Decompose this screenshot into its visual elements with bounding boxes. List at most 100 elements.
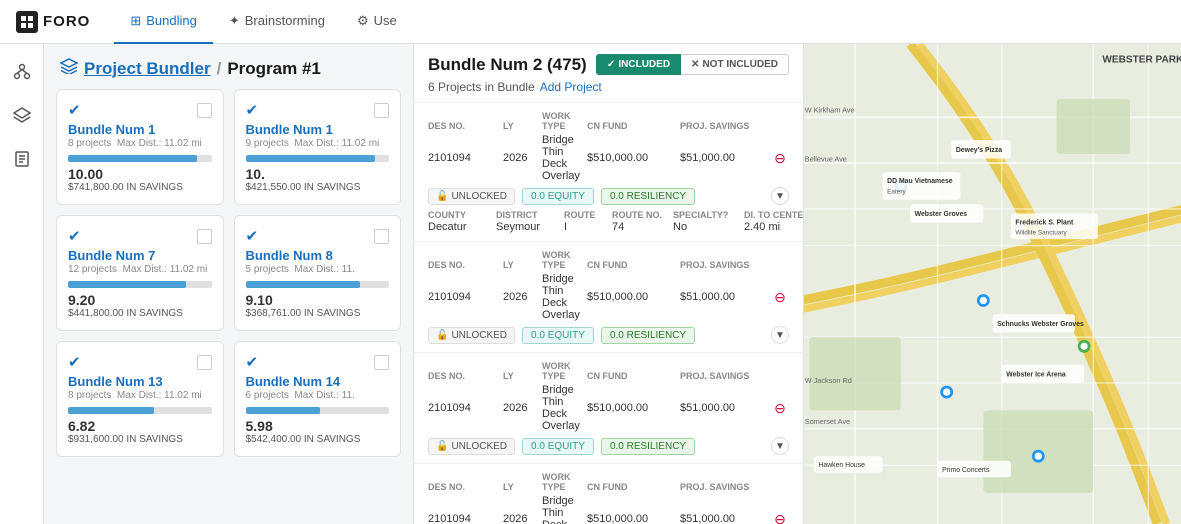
- bundle-card-5-checkbox[interactable]: [197, 355, 212, 370]
- project-row-2: DES NO. LY WORK TYPE CN FUND PROJ. SAVIN…: [414, 242, 803, 353]
- sidebar-icon-layers[interactable]: [7, 100, 37, 130]
- x-icon: ✕: [691, 59, 699, 70]
- row3-work-type: Bridge Thin Deck Overlay: [542, 384, 584, 432]
- tab-brainstorming[interactable]: ✦ Brainstorming: [213, 0, 341, 44]
- lock-icon-1: 🔓: [436, 191, 448, 202]
- bundle-card-1[interactable]: ✔ Bundle Num 1 8 projects Max Dist.: 11.…: [56, 89, 224, 205]
- bundle-card-6-check: ✔: [246, 353, 259, 371]
- row2-des-no: 2101094: [428, 291, 500, 303]
- nav-tabs: ⊞ Bundling ✦ Brainstorming ⚙ Use: [114, 0, 412, 44]
- bundle-card-4[interactable]: ✔ Bundle Num 8 5 projects Max Dist.: 11.…: [234, 215, 402, 331]
- bundle-card-3-checkbox[interactable]: [197, 229, 212, 244]
- col-header-proj-savings-1: PROJ. SAVINGS: [680, 121, 768, 131]
- sidebar-icon-bookmark[interactable]: [7, 144, 37, 174]
- row1-expand-button[interactable]: ▼: [771, 187, 789, 205]
- bundle-card-5-meta: 8 projects Max Dist.: 11.02 mi: [68, 390, 212, 401]
- main-content: Project Bundler / Program #1 ✔ Bundle Nu…: [0, 44, 1181, 524]
- use-icon: ⚙: [357, 13, 369, 29]
- svg-text:DD Mau Vietnamese: DD Mau Vietnamese: [887, 178, 953, 185]
- bundle-card-4-check: ✔: [246, 227, 259, 245]
- project-row-4: DES NO. LY WORK TYPE CN FUND PROJ. SAVIN…: [414, 464, 803, 524]
- bundle-card-6-checkbox[interactable]: [374, 355, 389, 370]
- row4-proj-savings: $51,000.00: [680, 513, 768, 524]
- bundle-grid: ✔ Bundle Num 1 8 projects Max Dist.: 11.…: [44, 89, 413, 469]
- row2-expand-button[interactable]: ▼: [771, 326, 789, 344]
- row2-equity-badge: 0.0 EQUITY: [522, 327, 594, 344]
- bundle-detail-header: Bundle Num 2 (475) ✓ INCLUDED ✕ NOT INCL…: [414, 44, 803, 103]
- bundle-detail-subtitle: 6 Projects in Bundle Add Project: [428, 80, 789, 94]
- bundle-card-4-score: 9.10: [246, 292, 390, 308]
- row3-cn-fund: $510,000.00: [587, 402, 677, 414]
- svg-text:Bellevue Ave: Bellevue Ave: [805, 154, 847, 163]
- bundle-card-2-score: 10.: [246, 166, 390, 182]
- row4-cn-fund: $510,000.00: [587, 513, 677, 524]
- bundle-card-1-check: ✔: [68, 101, 81, 119]
- bundle-card-6[interactable]: ✔ Bundle Num 14 6 projects Max Dist.: 11…: [234, 341, 402, 457]
- layers-icon: [60, 58, 78, 79]
- bundle-card-3-meta: 12 projects Max Dist.: 11.02 mi: [68, 264, 212, 275]
- svg-text:Somerset Ave: Somerset Ave: [805, 417, 850, 426]
- row2-remove-button[interactable]: ⊖: [771, 290, 789, 304]
- bundle-card-1-name: Bundle Num 1: [68, 122, 212, 137]
- not-included-button[interactable]: ✕ NOT INCLUDED: [681, 54, 789, 75]
- bundling-label: Bundling: [146, 13, 197, 28]
- row3-ly: 2026: [503, 402, 539, 414]
- row1-remove-button[interactable]: ⊖: [771, 151, 789, 165]
- bundle-card-1-bar: [68, 155, 212, 162]
- bundle-card-3[interactable]: ✔ Bundle Num 7 12 projects Max Dist.: 11…: [56, 215, 224, 331]
- bundle-detail-panel: Bundle Num 2 (475) ✓ INCLUDED ✕ NOT INCL…: [414, 44, 804, 524]
- col-header-ly-1: LY: [503, 121, 539, 131]
- row1-lock-badge: 🔓 UNLOCKED: [428, 188, 515, 205]
- bundle-card-5-bar: [68, 407, 212, 414]
- row1-di-to-center: 2.40 mi: [744, 221, 804, 233]
- row4-remove-button[interactable]: ⊖: [771, 512, 789, 524]
- bundle-card-4-meta: 5 projects Max Dist.: 11.: [246, 264, 390, 275]
- row3-equity-badge: 0.0 EQUITY: [522, 438, 594, 455]
- col-header-specialty-1: SPECIALTY?: [673, 210, 741, 220]
- breadcrumb-sep: /: [217, 59, 222, 79]
- row3-lock-badge: 🔓UNLOCKED: [428, 438, 515, 455]
- logo: FORO: [16, 11, 90, 33]
- bundle-card-1-checkbox[interactable]: [197, 103, 212, 118]
- row3-des-no: 2101094: [428, 402, 500, 414]
- row1-des-no: 2101094: [428, 152, 500, 164]
- row1-resil-badge: 0.0 RESILIENCY: [601, 188, 695, 205]
- col-header-work-type-1: WORK TYPE: [542, 111, 584, 131]
- bundle-card-5[interactable]: ✔ Bundle Num 13 8 projects Max Dist.: 11…: [56, 341, 224, 457]
- bundle-card-3-bar: [68, 281, 212, 288]
- tab-bundling[interactable]: ⊞ Bundling: [114, 0, 213, 44]
- bundle-card-2[interactable]: ✔ Bundle Num 1 9 projects Max Dist.: 11.…: [234, 89, 402, 205]
- bundle-card-4-savings: $368,761.00 IN SAVINGS: [246, 308, 390, 319]
- svg-text:Schnucks Webster Groves: Schnucks Webster Groves: [997, 321, 1084, 328]
- bundle-card-3-name: Bundle Num 7: [68, 248, 212, 263]
- svg-text:Frederick S. Plant: Frederick S. Plant: [1015, 219, 1074, 226]
- bundle-card-2-meta: 9 projects Max Dist.: 11.02 mi: [246, 138, 390, 149]
- bundle-card-2-check: ✔: [246, 101, 259, 119]
- bundle-card-2-checkbox[interactable]: [374, 103, 389, 118]
- brainstorming-label: Brainstorming: [245, 13, 325, 28]
- bundle-card-4-checkbox[interactable]: [374, 229, 389, 244]
- bundle-list-title: Project Bundler / Program #1: [60, 58, 397, 79]
- row4-des-no: 2101094: [428, 513, 500, 524]
- row1-equity-badge: 0.0 EQUITY: [522, 188, 594, 205]
- row3-remove-button[interactable]: ⊖: [771, 401, 789, 415]
- row3-resil-badge: 0.0 RESILIENCY: [601, 438, 695, 455]
- bundle-card-4-name: Bundle Num 8: [246, 248, 390, 263]
- row2-lock-badge: 🔓UNLOCKED: [428, 327, 515, 344]
- bundle-card-5-check: ✔: [68, 353, 81, 371]
- bundle-card-5-score: 6.82: [68, 418, 212, 434]
- sidebar-icon-network[interactable]: [7, 56, 37, 86]
- row1-work-type: Bridge Thin Deck Overlay: [542, 134, 584, 182]
- row3-expand-button[interactable]: ▼: [771, 437, 789, 455]
- included-button[interactable]: ✓ INCLUDED: [596, 54, 681, 75]
- row2-work-type: Bridge Thin Deck Overlay: [542, 273, 584, 321]
- project-rows: DES NO. LY WORK TYPE CN FUND PROJ. SAVIN…: [414, 103, 803, 524]
- svg-text:Webster Ice Arena: Webster Ice Arena: [1006, 372, 1066, 379]
- bundle-card-3-score: 9.20: [68, 292, 212, 308]
- tab-use[interactable]: ⚙ Use: [341, 0, 413, 44]
- add-project-link[interactable]: Add Project: [540, 80, 602, 94]
- row1-route: I: [564, 221, 609, 233]
- check-icon: ✓: [607, 59, 615, 70]
- col-header-des-no-1: DES NO.: [428, 121, 500, 131]
- row1-route-no: 74: [612, 221, 670, 233]
